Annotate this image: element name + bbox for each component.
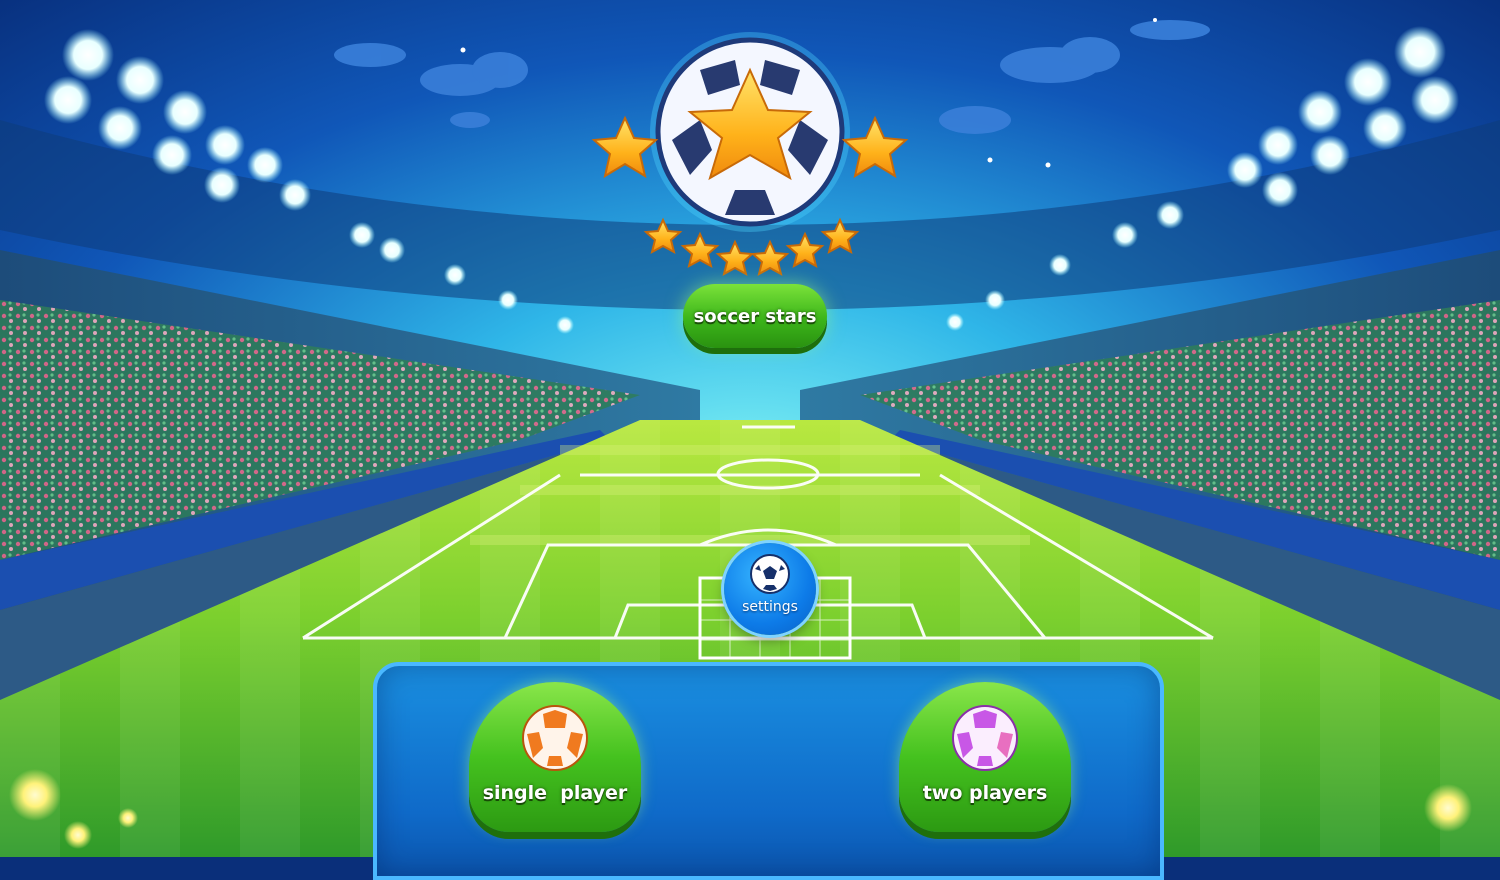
orange-ball-icon — [522, 705, 588, 771]
single-player-button[interactable]: single player — [469, 682, 641, 832]
two-players-label: two players — [922, 782, 1048, 804]
title-button[interactable]: soccer stars — [683, 284, 827, 348]
settings-label: settings — [742, 599, 798, 615]
settings-button[interactable]: settings — [724, 543, 816, 635]
soccer-ball-icon — [750, 554, 790, 594]
purple-ball-icon — [952, 705, 1018, 771]
single-player-label: single player — [482, 782, 628, 804]
mode-panel: single player two players — [373, 662, 1164, 880]
title-label: soccer stars — [693, 305, 817, 327]
two-players-button[interactable]: two players — [899, 682, 1071, 832]
